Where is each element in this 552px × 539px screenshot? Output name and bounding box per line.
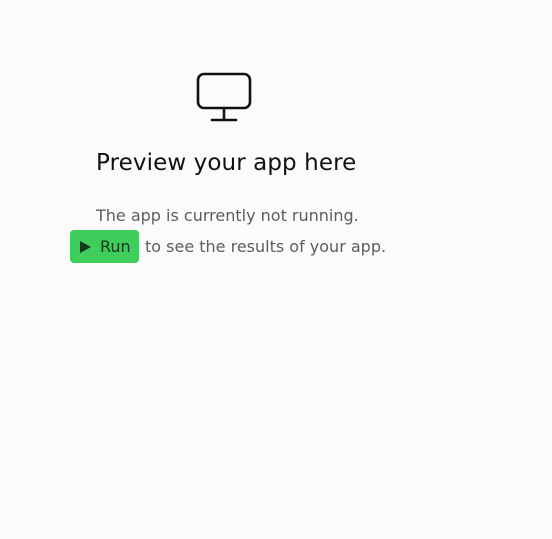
run-hint-line: Run to see the results of your app.	[70, 230, 386, 263]
run-button-label: Run	[100, 237, 131, 256]
preview-panel: Preview your app here The app is current…	[0, 0, 552, 539]
status-text: The app is currently not running.	[96, 206, 359, 225]
monitor-icon	[196, 72, 252, 122]
play-icon	[80, 240, 91, 253]
preview-title: Preview your app here	[96, 150, 357, 176]
run-button[interactable]: Run	[70, 230, 139, 263]
hint-text: to see the results of your app.	[145, 237, 387, 256]
